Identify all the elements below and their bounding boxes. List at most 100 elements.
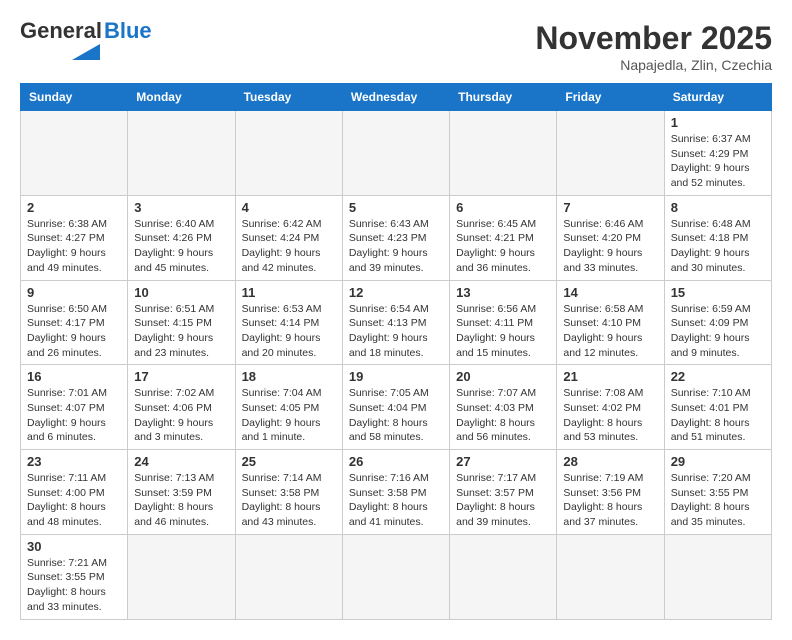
calendar-cell: 19 Sunrise: 7:05 AM Sunset: 4:04 PM Dayli… bbox=[342, 365, 449, 450]
day-number: 22 bbox=[671, 369, 765, 384]
week-row-1: 1 Sunrise: 6:37 AM Sunset: 4:29 PM Daylig… bbox=[21, 111, 772, 196]
calendar-cell: 25Sunrise: 7:14 AM Sunset: 3:58 PM Dayli… bbox=[235, 450, 342, 535]
calendar-cell: 18 Sunrise: 7:04 AM Sunset: 4:05 PM Dayli… bbox=[235, 365, 342, 450]
column-header-monday: Monday bbox=[128, 84, 235, 111]
title-block: November 2025 Napajedla, Zlin, Czechia bbox=[535, 20, 772, 73]
day-info: Sunrise: 7:20 AM Sunset: 3:55 PM Dayligh… bbox=[671, 471, 765, 530]
day-number: 19 bbox=[349, 369, 443, 384]
calendar-cell: 11Sunrise: 6:53 AM Sunset: 4:14 PM Dayli… bbox=[235, 280, 342, 365]
day-info: Sunrise: 7:04 AM Sunset: 4:05 PM Dayligh… bbox=[242, 386, 336, 445]
calendar-table: SundayMondayTuesdayWednesdayThursdayFrid… bbox=[20, 83, 772, 620]
week-row-5: 23 Sunrise: 7:11 AM Sunset: 4:00 PM Dayli… bbox=[21, 450, 772, 535]
day-info: Sunrise: 6:45 AM Sunset: 4:21 PM Dayligh… bbox=[456, 217, 550, 276]
day-number: 2 bbox=[27, 200, 121, 215]
day-info: Sunrise: 6:50 AM Sunset: 4:17 PM Dayligh… bbox=[27, 302, 121, 361]
week-row-4: 16 Sunrise: 7:01 AM Sunset: 4:07 PM Dayli… bbox=[21, 365, 772, 450]
day-info: Sunrise: 6:59 AM Sunset: 4:09 PM Dayligh… bbox=[671, 302, 765, 361]
day-info: Sunrise: 7:08 AM Sunset: 4:02 PM Dayligh… bbox=[563, 386, 657, 445]
calendar-cell: 24Sunrise: 7:13 AM Sunset: 3:59 PM Dayli… bbox=[128, 450, 235, 535]
calendar-cell: 1 Sunrise: 6:37 AM Sunset: 4:29 PM Daylig… bbox=[664, 111, 771, 196]
day-info: Sunrise: 6:37 AM Sunset: 4:29 PM Dayligh… bbox=[671, 132, 765, 191]
calendar-cell: 27 Sunrise: 7:17 AM Sunset: 3:57 PM Dayli… bbox=[450, 450, 557, 535]
calendar-cell: 15Sunrise: 6:59 AM Sunset: 4:09 PM Dayli… bbox=[664, 280, 771, 365]
calendar-cell: 28 Sunrise: 7:19 AM Sunset: 3:56 PM Dayli… bbox=[557, 450, 664, 535]
day-info: Sunrise: 6:48 AM Sunset: 4:18 PM Dayligh… bbox=[671, 217, 765, 276]
day-number: 25 bbox=[242, 454, 336, 469]
calendar-cell: 12 Sunrise: 6:54 AM Sunset: 4:13 PM Dayli… bbox=[342, 280, 449, 365]
logo-triangle-icon bbox=[72, 44, 100, 60]
calendar-cell: 20 Sunrise: 7:07 AM Sunset: 4:03 PM Dayli… bbox=[450, 365, 557, 450]
day-number: 12 bbox=[349, 285, 443, 300]
day-info: Sunrise: 6:58 AM Sunset: 4:10 PM Dayligh… bbox=[563, 302, 657, 361]
day-number: 5 bbox=[349, 200, 443, 215]
day-info: Sunrise: 7:19 AM Sunset: 3:56 PM Dayligh… bbox=[563, 471, 657, 530]
location-subtitle: Napajedla, Zlin, Czechia bbox=[535, 57, 772, 73]
day-info: Sunrise: 6:56 AM Sunset: 4:11 PM Dayligh… bbox=[456, 302, 550, 361]
calendar-cell bbox=[450, 111, 557, 196]
calendar-cell: 21Sunrise: 7:08 AM Sunset: 4:02 PM Dayli… bbox=[557, 365, 664, 450]
day-info: Sunrise: 7:10 AM Sunset: 4:01 PM Dayligh… bbox=[671, 386, 765, 445]
calendar-header-row: SundayMondayTuesdayWednesdayThursdayFrid… bbox=[21, 84, 772, 111]
day-number: 28 bbox=[563, 454, 657, 469]
day-info: Sunrise: 6:38 AM Sunset: 4:27 PM Dayligh… bbox=[27, 217, 121, 276]
day-number: 8 bbox=[671, 200, 765, 215]
calendar-cell bbox=[557, 534, 664, 619]
day-info: Sunrise: 7:17 AM Sunset: 3:57 PM Dayligh… bbox=[456, 471, 550, 530]
day-number: 29 bbox=[671, 454, 765, 469]
day-info: Sunrise: 6:46 AM Sunset: 4:20 PM Dayligh… bbox=[563, 217, 657, 276]
calendar-cell: 16 Sunrise: 7:01 AM Sunset: 4:07 PM Dayli… bbox=[21, 365, 128, 450]
calendar-cell: 9 Sunrise: 6:50 AM Sunset: 4:17 PM Daylig… bbox=[21, 280, 128, 365]
calendar-cell: 3Sunrise: 6:40 AM Sunset: 4:26 PM Daylig… bbox=[128, 195, 235, 280]
day-number: 13 bbox=[456, 285, 550, 300]
day-number: 3 bbox=[134, 200, 228, 215]
calendar-cell: 13 Sunrise: 6:56 AM Sunset: 4:11 PM Dayli… bbox=[450, 280, 557, 365]
column-header-sunday: Sunday bbox=[21, 84, 128, 111]
logo: General Blue bbox=[20, 20, 152, 60]
calendar-cell: 6Sunrise: 6:45 AM Sunset: 4:21 PM Daylig… bbox=[450, 195, 557, 280]
calendar-cell bbox=[342, 111, 449, 196]
day-number: 16 bbox=[27, 369, 121, 384]
calendar-cell bbox=[128, 534, 235, 619]
day-number: 18 bbox=[242, 369, 336, 384]
month-year-title: November 2025 bbox=[535, 20, 772, 57]
day-number: 1 bbox=[671, 115, 765, 130]
day-number: 17 bbox=[134, 369, 228, 384]
week-row-6: 30Sunrise: 7:21 AM Sunset: 3:55 PM Dayli… bbox=[21, 534, 772, 619]
day-number: 20 bbox=[456, 369, 550, 384]
day-number: 23 bbox=[27, 454, 121, 469]
calendar-cell bbox=[235, 534, 342, 619]
day-info: Sunrise: 7:13 AM Sunset: 3:59 PM Dayligh… bbox=[134, 471, 228, 530]
calendar-cell bbox=[235, 111, 342, 196]
day-number: 26 bbox=[349, 454, 443, 469]
column-header-wednesday: Wednesday bbox=[342, 84, 449, 111]
day-number: 9 bbox=[27, 285, 121, 300]
day-info: Sunrise: 7:01 AM Sunset: 4:07 PM Dayligh… bbox=[27, 386, 121, 445]
calendar-cell: 26Sunrise: 7:16 AM Sunset: 3:58 PM Dayli… bbox=[342, 450, 449, 535]
calendar-cell: 23 Sunrise: 7:11 AM Sunset: 4:00 PM Dayli… bbox=[21, 450, 128, 535]
calendar-cell bbox=[664, 534, 771, 619]
day-number: 27 bbox=[456, 454, 550, 469]
day-info: Sunrise: 7:07 AM Sunset: 4:03 PM Dayligh… bbox=[456, 386, 550, 445]
day-info: Sunrise: 7:02 AM Sunset: 4:06 PM Dayligh… bbox=[134, 386, 228, 445]
column-header-tuesday: Tuesday bbox=[235, 84, 342, 111]
calendar-cell: 10Sunrise: 6:51 AM Sunset: 4:15 PM Dayli… bbox=[128, 280, 235, 365]
calendar-cell bbox=[450, 534, 557, 619]
week-row-3: 9 Sunrise: 6:50 AM Sunset: 4:17 PM Daylig… bbox=[21, 280, 772, 365]
column-header-saturday: Saturday bbox=[664, 84, 771, 111]
day-info: Sunrise: 7:11 AM Sunset: 4:00 PM Dayligh… bbox=[27, 471, 121, 530]
logo-general: General bbox=[20, 20, 102, 42]
day-info: Sunrise: 6:53 AM Sunset: 4:14 PM Dayligh… bbox=[242, 302, 336, 361]
day-number: 14 bbox=[563, 285, 657, 300]
calendar-cell: 5Sunrise: 6:43 AM Sunset: 4:23 PM Daylig… bbox=[342, 195, 449, 280]
column-header-thursday: Thursday bbox=[450, 84, 557, 111]
calendar-cell: 17 Sunrise: 7:02 AM Sunset: 4:06 PM Dayli… bbox=[128, 365, 235, 450]
day-number: 7 bbox=[563, 200, 657, 215]
calendar-cell bbox=[128, 111, 235, 196]
column-header-friday: Friday bbox=[557, 84, 664, 111]
page-header: General Blue November 2025 Napajedla, Zl… bbox=[20, 20, 772, 73]
day-info: Sunrise: 7:21 AM Sunset: 3:55 PM Dayligh… bbox=[27, 556, 121, 615]
day-info: Sunrise: 7:05 AM Sunset: 4:04 PM Dayligh… bbox=[349, 386, 443, 445]
day-info: Sunrise: 6:51 AM Sunset: 4:15 PM Dayligh… bbox=[134, 302, 228, 361]
day-number: 4 bbox=[242, 200, 336, 215]
day-info: Sunrise: 6:54 AM Sunset: 4:13 PM Dayligh… bbox=[349, 302, 443, 361]
